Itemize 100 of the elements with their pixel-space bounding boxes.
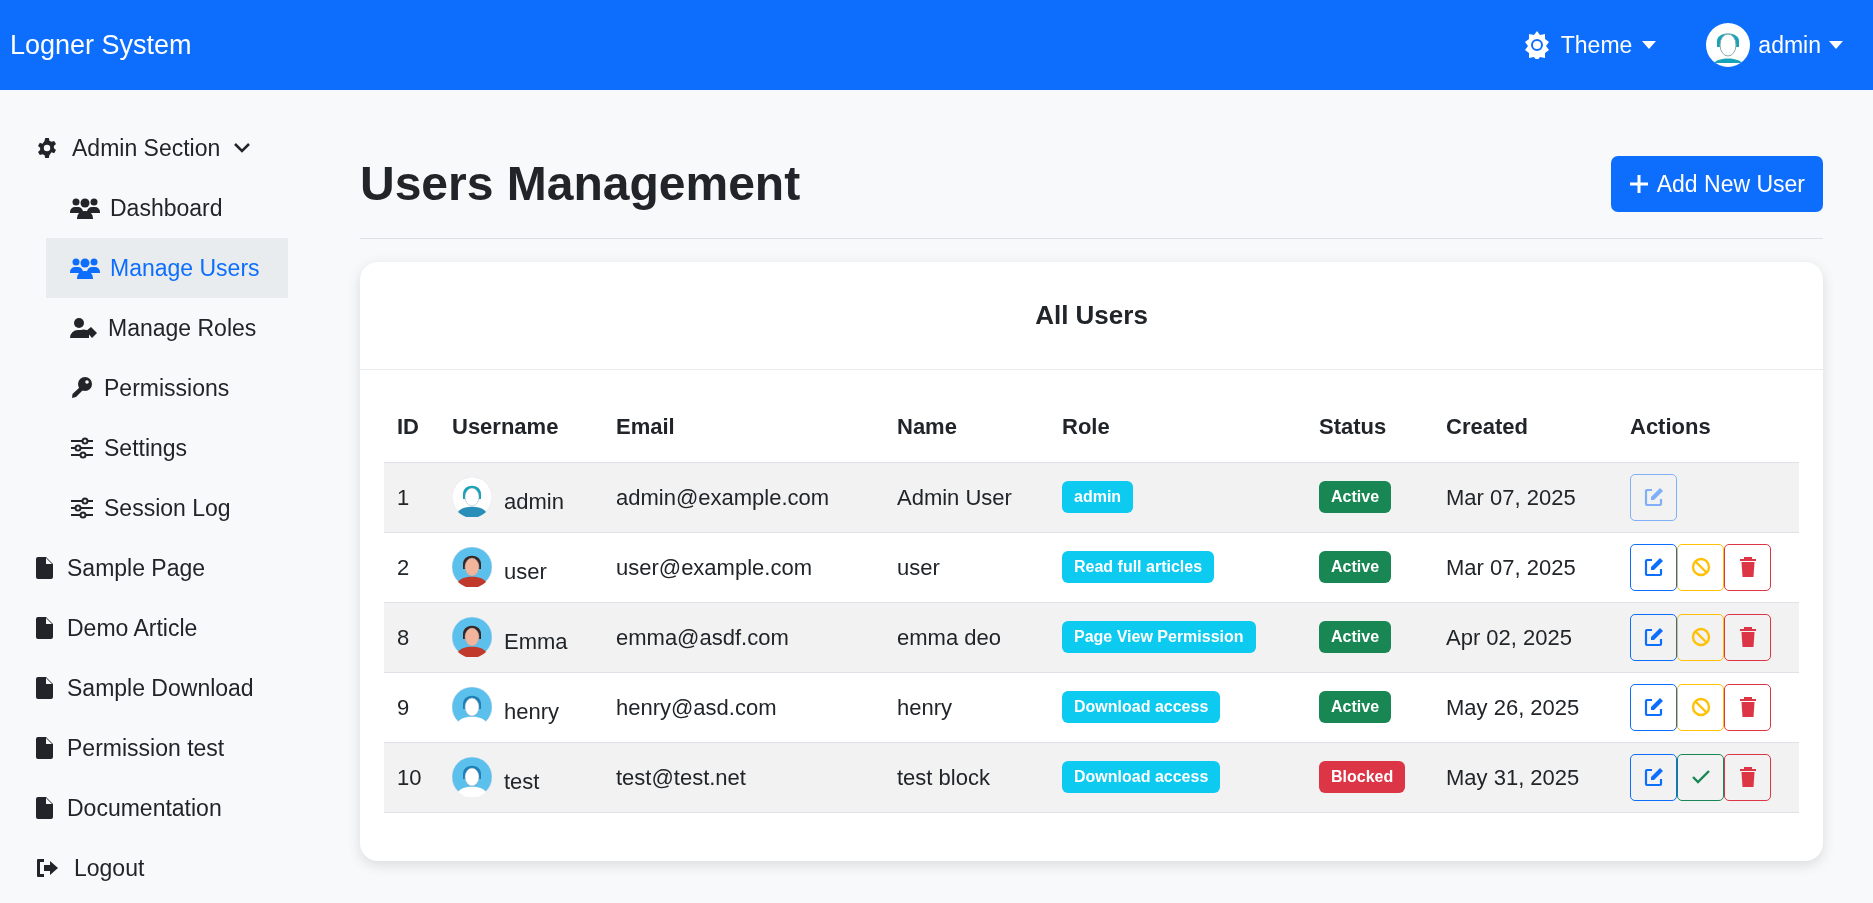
delete-button[interactable]: [1724, 753, 1771, 801]
sidebar-item[interactable]: Sample Page: [28, 538, 330, 598]
users-icon: [70, 257, 100, 279]
avatar-icon: [452, 477, 492, 517]
avatar-icon: [452, 617, 492, 657]
role-badge: admin: [1062, 481, 1134, 513]
sidebar-item[interactable]: Sample Download: [28, 658, 330, 718]
edit-button[interactable]: [1630, 683, 1677, 731]
edit-button[interactable]: [1630, 753, 1677, 801]
unblock-button[interactable]: [1677, 753, 1724, 801]
trash-icon: [1738, 557, 1757, 577]
status-badge: Active: [1319, 621, 1392, 653]
column-header: Email: [603, 392, 884, 462]
email-text: henry@asd.com: [616, 694, 777, 720]
gear-icon: [1522, 31, 1551, 59]
chevron-down-icon: [234, 143, 251, 153]
date-text: May 26, 2025: [1446, 694, 1580, 720]
plus-icon: [1628, 174, 1649, 194]
delete-button[interactable]: [1724, 613, 1771, 661]
status-badge: Active: [1319, 481, 1392, 513]
brand-link[interactable]: Logner System: [10, 24, 192, 66]
sidebar-item[interactable]: Demo Article: [28, 598, 330, 658]
user-menu[interactable]: admin: [1706, 23, 1843, 67]
date-text: Apr 02, 2025: [1446, 624, 1572, 650]
users-icon: [70, 197, 100, 219]
edit-icon: [1643, 627, 1664, 647]
name-text: Admin User: [897, 484, 1012, 510]
status-badge: Active: [1319, 691, 1392, 723]
name-text: user: [897, 554, 940, 580]
card-title: All Users: [1035, 299, 1148, 332]
username-text: admin: [504, 487, 564, 516]
email-text: emma@asdf.com: [616, 624, 789, 650]
sidebar-item[interactable]: Session Log: [46, 478, 288, 538]
id-text: 8: [397, 624, 410, 650]
sidebar-item[interactable]: Logout: [28, 838, 330, 898]
file-icon: [36, 617, 53, 639]
delete-button[interactable]: [1724, 683, 1771, 731]
date-text: May 31, 2025: [1446, 764, 1580, 790]
role-badge: Page View Permission: [1062, 621, 1256, 653]
column-header: Name: [884, 392, 1049, 462]
trash-icon: [1738, 767, 1757, 787]
column-header: Actions: [1617, 392, 1799, 462]
sidebar-item[interactable]: Permissions: [46, 358, 288, 418]
trash-icon: [1738, 627, 1757, 647]
username-text: test: [504, 767, 540, 796]
sidebar-item[interactable]: Dashboard: [46, 178, 288, 238]
id-text: 2: [397, 554, 410, 580]
sidebar-item[interactable]: Permission test: [28, 718, 330, 778]
sidebar-item[interactable]: Admin Section: [28, 118, 330, 178]
username-text: henry: [504, 697, 560, 726]
status-badge: Active: [1319, 551, 1392, 583]
delete-button[interactable]: [1724, 543, 1771, 591]
edit-button[interactable]: [1630, 543, 1677, 591]
theme-menu[interactable]: Theme: [1522, 27, 1657, 63]
gear-icon: [36, 137, 58, 159]
status-badge: Blocked: [1319, 761, 1406, 793]
edit-icon: [1643, 697, 1664, 717]
file-icon: [36, 557, 53, 579]
avatar-icon: [1706, 23, 1751, 67]
name-text: emma deo: [897, 624, 1001, 650]
role-badge: Download access: [1062, 691, 1221, 723]
sidebar-item[interactable]: Documentation: [28, 778, 330, 838]
role-badge: Read full articles: [1062, 551, 1215, 583]
sliders-icon: [70, 497, 94, 519]
sidebar-item[interactable]: Manage Roles: [46, 298, 288, 358]
name-text: test block: [897, 764, 990, 790]
caret-icon: [1829, 41, 1843, 49]
avatar-icon: [452, 757, 492, 797]
username-text: user: [504, 557, 547, 586]
column-header: Created: [1433, 392, 1617, 462]
trash-icon: [1738, 697, 1757, 717]
check-icon: [1690, 769, 1711, 785]
add-user-button[interactable]: Add New User: [1610, 156, 1823, 212]
column-header: Username: [439, 392, 603, 462]
page-title: Users Management: [360, 156, 801, 212]
edit-icon: [1643, 557, 1664, 577]
sidebar-item[interactable]: Manage Users: [46, 238, 288, 298]
file-icon: [36, 797, 53, 819]
logout-icon: [36, 858, 60, 878]
email-text: admin@example.com: [616, 484, 830, 510]
date-text: Mar 07, 2025: [1446, 554, 1576, 580]
ban-icon: [1690, 557, 1711, 577]
sidebar-item[interactable]: Settings: [46, 418, 288, 478]
file-icon: [36, 677, 53, 699]
id-text: 9: [397, 694, 410, 720]
name-text: henry: [897, 694, 953, 720]
key-icon: [70, 376, 94, 400]
date-text: Mar 07, 2025: [1446, 484, 1576, 510]
file-icon: [36, 737, 53, 759]
role-badge: Download access: [1062, 761, 1221, 793]
user-tag-icon: [70, 317, 98, 339]
username-text: Emma: [504, 627, 568, 656]
edit-button[interactable]: [1630, 613, 1677, 661]
id-text: 10: [397, 764, 422, 790]
ban-icon: [1690, 697, 1711, 717]
sliders-icon: [70, 437, 94, 459]
caret-icon: [1642, 41, 1657, 49]
column-header: ID: [384, 392, 439, 462]
email-text: test@test.net: [616, 764, 746, 790]
avatar-icon: [452, 547, 492, 587]
